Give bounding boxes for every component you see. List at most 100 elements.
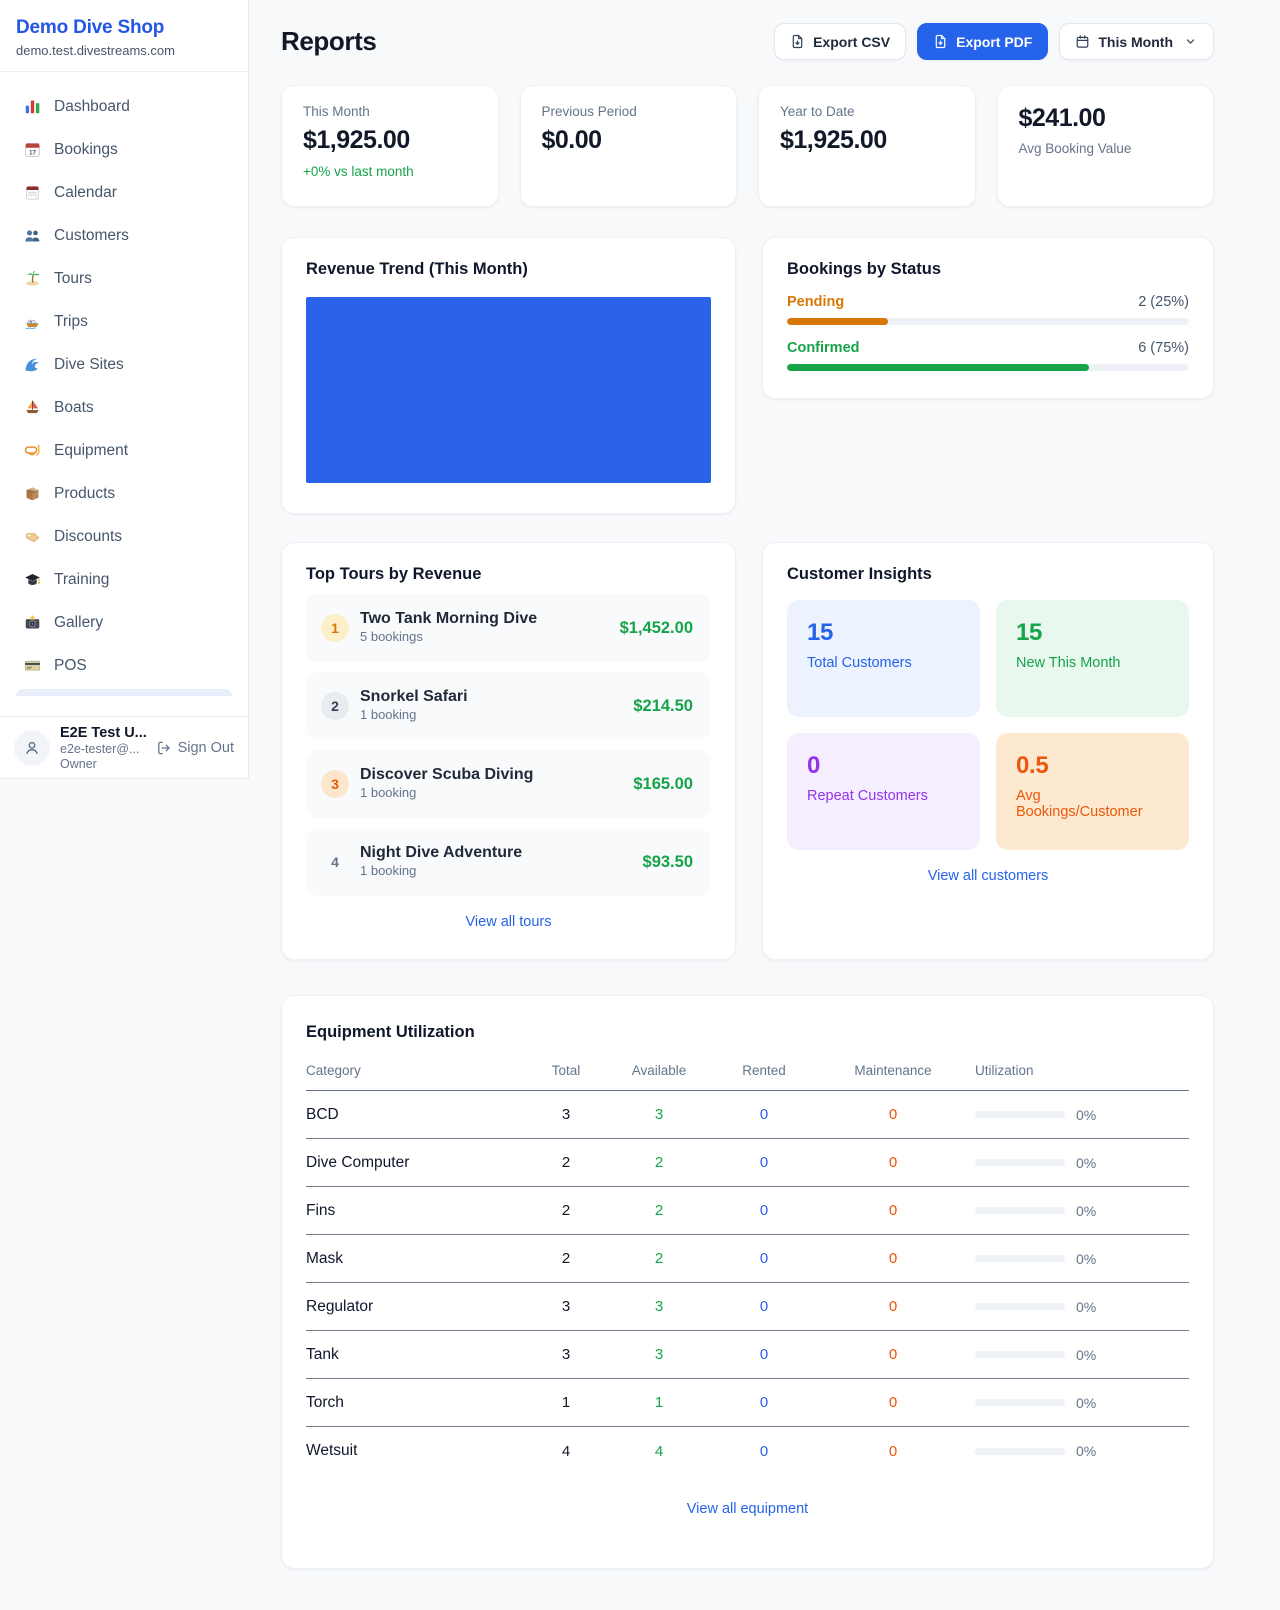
shop-domain: demo.test.divestreams.com bbox=[16, 43, 232, 58]
cell-maintenance: 0 bbox=[811, 1202, 975, 1219]
view-all-customers-link[interactable]: View all customers bbox=[787, 868, 1189, 884]
header-actions: Export CSV Export PDF This Month bbox=[774, 23, 1214, 60]
cell-utilization: 0% bbox=[975, 1203, 1189, 1219]
sidebar-item-customers[interactable]: Customers bbox=[8, 214, 240, 257]
cell-available: 3 bbox=[601, 1106, 717, 1123]
cell-available: 2 bbox=[601, 1154, 717, 1171]
export-pdf-button[interactable]: Export PDF bbox=[917, 23, 1048, 60]
export-csv-button[interactable]: Export CSV bbox=[774, 23, 906, 60]
view-all-equipment-link[interactable]: View all equipment bbox=[306, 1501, 1189, 1517]
utilization-track bbox=[975, 1207, 1065, 1214]
utilization-track bbox=[975, 1159, 1065, 1166]
revenue-trend-title: Revenue Trend (This Month) bbox=[306, 260, 711, 279]
file-download-icon bbox=[790, 34, 805, 49]
sidebar-item-training[interactable]: Training bbox=[8, 558, 240, 601]
graduation-cap-icon bbox=[24, 571, 41, 588]
tag-icon bbox=[24, 528, 41, 545]
utilization-track bbox=[975, 1448, 1065, 1455]
sidebar-item-discounts[interactable]: Discounts bbox=[8, 515, 240, 558]
cell-utilization: 0% bbox=[975, 1395, 1189, 1411]
sign-out-button[interactable]: Sign Out bbox=[156, 740, 234, 756]
people-icon bbox=[24, 227, 41, 244]
cell-total: 1 bbox=[531, 1394, 601, 1411]
sidebar-item-dive-sites[interactable]: Dive Sites bbox=[8, 343, 240, 386]
cell-category: Regulator bbox=[306, 1298, 531, 1316]
cell-total: 3 bbox=[531, 1298, 601, 1315]
period-dropdown[interactable]: This Month bbox=[1059, 23, 1214, 60]
utilization-track bbox=[975, 1255, 1065, 1262]
cell-maintenance: 0 bbox=[811, 1250, 975, 1267]
sidebar-item-boats[interactable]: Boats bbox=[8, 386, 240, 429]
credit-card-icon bbox=[24, 657, 41, 674]
view-all-tours-link[interactable]: View all tours bbox=[306, 914, 711, 930]
insight-tile-total-customers: 15 Total Customers bbox=[787, 600, 980, 717]
cell-utilization: 0% bbox=[975, 1155, 1189, 1171]
rank-badge: 4 bbox=[321, 848, 349, 876]
tour-name: Snorkel Safari bbox=[360, 688, 468, 705]
tour-bookings: 5 bookings bbox=[360, 629, 423, 644]
cell-maintenance: 0 bbox=[811, 1154, 975, 1171]
bar-chart-icon bbox=[24, 98, 41, 115]
sidebar: Demo Dive Shop demo.test.divestreams.com… bbox=[0, 0, 249, 779]
user-info: E2E Test U... e2e-tester@... Owner bbox=[60, 725, 147, 771]
cell-category: Torch bbox=[306, 1394, 531, 1412]
utilization-track bbox=[975, 1351, 1065, 1358]
dive-mask-icon bbox=[24, 442, 41, 459]
avatar bbox=[14, 730, 50, 766]
rank-badge: 1 bbox=[321, 614, 349, 642]
user-name: E2E Test U... bbox=[60, 725, 147, 741]
sidebar-item-gallery[interactable]: Gallery bbox=[8, 601, 240, 644]
charts-row: Revenue Trend (This Month) Bookings by S… bbox=[281, 237, 1214, 514]
sidebar-item-dashboard[interactable]: Dashboard bbox=[8, 85, 240, 128]
top-tours-card: Top Tours by Revenue 1 Two Tank Morning … bbox=[281, 542, 736, 960]
sidebar-item-trips[interactable]: Trips bbox=[8, 300, 240, 343]
stats-row: This Month $1,925.00 +0% vs last month P… bbox=[281, 85, 1214, 207]
cell-rented: 0 bbox=[717, 1298, 811, 1315]
cell-utilization: 0% bbox=[975, 1251, 1189, 1267]
cell-total: 3 bbox=[531, 1106, 601, 1123]
equipment-utilization-card: Equipment Utilization Category Total Ava… bbox=[281, 995, 1214, 1569]
reports-page: Reports Export CSV Export PDF This Month… bbox=[250, 0, 1280, 1569]
sidebar-item-products[interactable]: Products bbox=[8, 472, 240, 515]
top-tours-title: Top Tours by Revenue bbox=[306, 565, 711, 584]
cell-rented: 0 bbox=[717, 1394, 811, 1411]
cell-rented: 0 bbox=[717, 1443, 811, 1460]
equipment-utilization-title: Equipment Utilization bbox=[306, 1023, 1189, 1042]
sidebar-item-pos[interactable]: POS bbox=[8, 644, 240, 687]
sidebar-item-equipment[interactable]: Equipment bbox=[8, 429, 240, 472]
cell-total: 2 bbox=[531, 1154, 601, 1171]
insight-tile-avg-bookings: 0.5 Avg Bookings/Customer bbox=[996, 733, 1189, 850]
status-count: 6 (75%) bbox=[1138, 340, 1189, 356]
app-root: { "sidebar": { "shop_name": "Demo Dive S… bbox=[0, 0, 1280, 1610]
table-row: Wetsuit 4 4 0 0 0% bbox=[306, 1427, 1189, 1475]
page-header: Reports Export CSV Export PDF This Month bbox=[281, 23, 1214, 60]
utilization-track bbox=[975, 1111, 1065, 1118]
sidebar-user-footer: E2E Test U... e2e-tester@... Owner Sign … bbox=[0, 716, 248, 778]
cell-utilization: 0% bbox=[975, 1347, 1189, 1363]
sidebar-item-tours[interactable]: Tours bbox=[8, 257, 240, 300]
sidebar-item-bookings[interactable]: 17 Bookings bbox=[8, 128, 240, 171]
customer-insights-title: Customer Insights bbox=[787, 565, 1189, 584]
tour-bookings: 1 booking bbox=[360, 863, 416, 878]
sidebar-item-active-partial[interactable] bbox=[16, 689, 232, 696]
cell-available: 3 bbox=[601, 1346, 717, 1363]
tour-bookings: 1 booking bbox=[360, 785, 416, 800]
cell-rented: 0 bbox=[717, 1346, 811, 1363]
camera-icon bbox=[24, 614, 41, 631]
boat-icon bbox=[24, 313, 41, 330]
calendar-icon bbox=[1075, 34, 1090, 49]
sailboat-icon bbox=[24, 399, 41, 416]
tour-revenue: $165.00 bbox=[633, 775, 693, 794]
table-row: Torch 1 1 0 0 0% bbox=[306, 1379, 1189, 1427]
user-email: e2e-tester@... bbox=[60, 742, 147, 756]
svg-text:17: 17 bbox=[29, 150, 37, 157]
cell-rented: 0 bbox=[717, 1202, 811, 1219]
log-out-icon bbox=[156, 740, 172, 756]
table-row: Regulator 3 3 0 0 0% bbox=[306, 1283, 1189, 1331]
progress-fill bbox=[787, 364, 1089, 371]
insights-row: Top Tours by Revenue 1 Two Tank Morning … bbox=[281, 542, 1214, 960]
cell-rented: 0 bbox=[717, 1154, 811, 1171]
sidebar-item-calendar[interactable]: Calendar bbox=[8, 171, 240, 214]
cell-available: 3 bbox=[601, 1298, 717, 1315]
utilization-track bbox=[975, 1399, 1065, 1406]
